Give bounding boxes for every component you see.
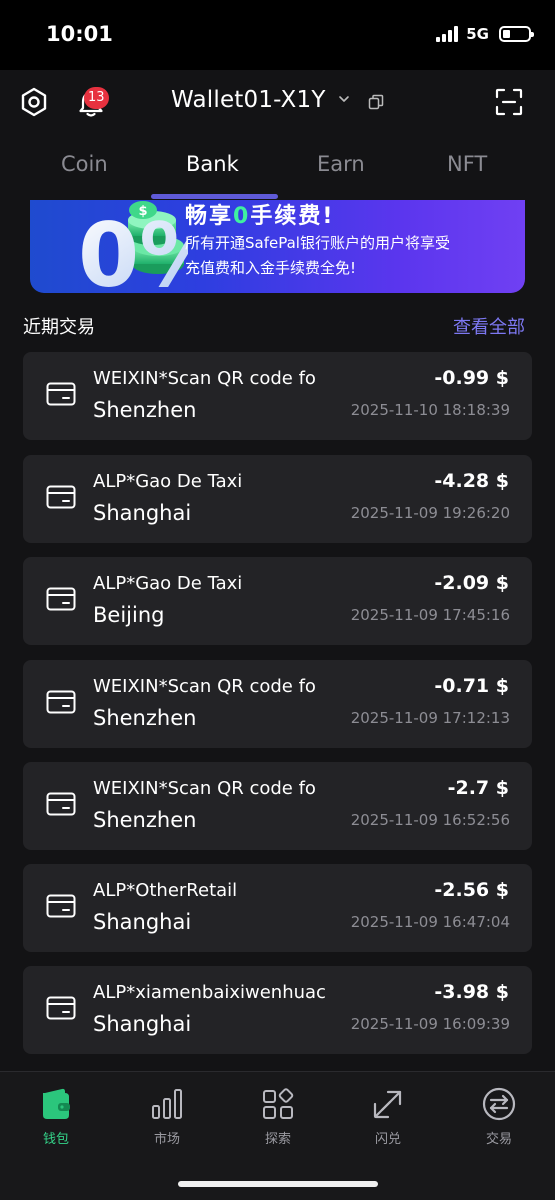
tab-earn[interactable]: Earn — [317, 152, 365, 176]
nav-trade[interactable]: 交易 — [459, 1086, 539, 1147]
transaction-row[interactable]: ALP*Gao De Taxi Beijing -2.09 $ 2025-11-… — [23, 557, 532, 645]
transaction-amount: -2.56 $ — [434, 879, 509, 901]
nav-label: 闪兑 — [374, 1132, 401, 1147]
view-all-link[interactable]: 查看全部 — [453, 313, 525, 339]
merchant-name: ALP*Gao De Taxi — [93, 573, 243, 594]
card-icon — [46, 894, 76, 918]
transaction-city: Beijing — [93, 603, 165, 627]
app-screen: 13 Wallet01-X1Y Coin Bank Earn NFT $ 0 畅… — [0, 70, 555, 1200]
active-tab-indicator — [151, 194, 278, 199]
svg-text:0%: 0% — [78, 204, 188, 293]
flash-swap-icon — [373, 1090, 402, 1119]
card-icon — [46, 485, 76, 509]
transaction-amount: -2.7 $ — [447, 777, 509, 799]
nav-label: 交易 — [485, 1132, 512, 1147]
nav-label: 探索 — [264, 1132, 291, 1147]
transaction-amount: -2.09 $ — [434, 572, 509, 594]
card-icon — [46, 382, 76, 406]
tab-nft[interactable]: NFT — [447, 152, 487, 176]
transaction-city: Shenzhen — [93, 706, 197, 730]
card-icon — [46, 792, 76, 816]
network-label: 5G — [466, 25, 489, 43]
zero-percent-coins-icon: $ 0% — [78, 201, 188, 293]
merchant-name: ALP*xiamenbaixiwenhuac — [93, 982, 326, 1003]
signal-icon — [436, 26, 459, 42]
transaction-row[interactable]: WEIXIN*Scan QR code fo Shenzhen -2.7 $ 2… — [23, 762, 532, 850]
battery-icon — [499, 26, 534, 42]
nav-label: 钱包 — [42, 1132, 69, 1147]
top-bar: 13 Wallet01-X1Y — [0, 70, 555, 136]
nav-explore[interactable]: 探索 — [238, 1086, 318, 1147]
status-bar: 10:01 5G — [0, 0, 555, 70]
banner-title: 畅享0手续费! — [185, 200, 334, 230]
asset-tabs: Coin Bank Earn NFT — [0, 136, 555, 196]
transaction-amount: -3.98 $ — [434, 981, 509, 1003]
transaction-city: Shanghai — [93, 501, 192, 525]
merchant-name: ALP*OtherRetail — [93, 880, 238, 901]
settings-icon[interactable] — [18, 86, 50, 118]
tab-coin[interactable]: Coin — [61, 152, 108, 176]
chevron-down-icon[interactable] — [338, 94, 350, 104]
recent-transactions-title: 近期交易 — [23, 317, 95, 338]
copy-icon[interactable] — [368, 94, 384, 110]
transaction-date: 2025-11-09 16:52:56 — [350, 811, 510, 829]
transaction-city: Shenzhen — [93, 808, 197, 832]
transaction-date: 2025-11-09 17:12:13 — [350, 709, 510, 727]
transaction-amount: -0.71 $ — [434, 675, 509, 697]
status-time: 10:01 — [46, 22, 113, 46]
transaction-row[interactable]: ALP*Gao De Taxi Shanghai -4.28 $ 2025-11… — [23, 455, 532, 543]
transaction-city: Shanghai — [93, 1012, 192, 1036]
transaction-row[interactable]: ALP*OtherRetail Shanghai -2.56 $ 2025-11… — [23, 864, 532, 952]
transaction-amount: -4.28 $ — [434, 470, 509, 492]
banner-text-line1: 所有开通SafePal银行账户的用户将享受 — [185, 234, 450, 252]
card-icon — [46, 587, 76, 611]
transaction-row[interactable]: WEIXIN*Scan QR code fo Shenzhen -0.71 $ … — [23, 660, 532, 748]
banner-title-suffix: 手续费! — [250, 204, 335, 229]
merchant-name: WEIXIN*Scan QR code fo — [93, 368, 316, 389]
nav-wallet[interactable]: 钱包 — [16, 1086, 96, 1147]
notification-badge: 13 — [84, 87, 109, 109]
banner-text-line2: 充值费和入金手续费全免! — [185, 259, 357, 277]
merchant-name: ALP*Gao De Taxi — [93, 471, 243, 492]
card-icon — [46, 690, 76, 714]
card-icon — [46, 996, 76, 1020]
merchant-name: WEIXIN*Scan QR code fo — [93, 778, 316, 799]
banner-title-zero: 0 — [233, 204, 251, 229]
nav-market[interactable]: 市场 — [127, 1086, 207, 1147]
transaction-row[interactable]: WEIXIN*Scan QR code fo Shenzhen -0.99 $ … — [23, 352, 532, 440]
explore-grid-icon — [263, 1088, 294, 1119]
banner-title-prefix: 畅享 — [185, 204, 234, 229]
scan-icon[interactable] — [495, 88, 523, 116]
promo-banner[interactable]: $ 0% 畅享0手续费! 所有开通SafePal银行账户的用户将享受 充值费和入… — [30, 200, 525, 293]
transaction-city: Shenzhen — [93, 398, 197, 422]
market-chart-icon — [152, 1089, 182, 1119]
status-indicators: 5G — [436, 25, 534, 43]
trade-icon — [482, 1087, 516, 1121]
transaction-date: 2025-11-10 18:18:39 — [350, 401, 510, 419]
transaction-city: Shanghai — [93, 910, 192, 934]
merchant-name: WEIXIN*Scan QR code fo — [93, 676, 316, 697]
transaction-date: 2025-11-09 16:47:04 — [350, 913, 510, 931]
wallet-name[interactable]: Wallet01-X1Y — [171, 87, 326, 113]
transaction-row[interactable]: ALP*xiamenbaixiwenhuac Shanghai -3.98 $ … — [23, 966, 532, 1054]
transaction-amount: -0.99 $ — [434, 367, 509, 389]
nav-flash-swap[interactable]: 闪兑 — [348, 1086, 428, 1147]
wallet-icon — [43, 1088, 70, 1119]
nav-label: 市场 — [153, 1132, 180, 1147]
transaction-date: 2025-11-09 19:26:20 — [350, 504, 510, 522]
home-indicator — [178, 1181, 378, 1187]
tab-bank[interactable]: Bank — [186, 152, 239, 176]
transaction-date: 2025-11-09 16:09:39 — [350, 1015, 510, 1033]
transaction-date: 2025-11-09 17:45:16 — [350, 606, 510, 624]
